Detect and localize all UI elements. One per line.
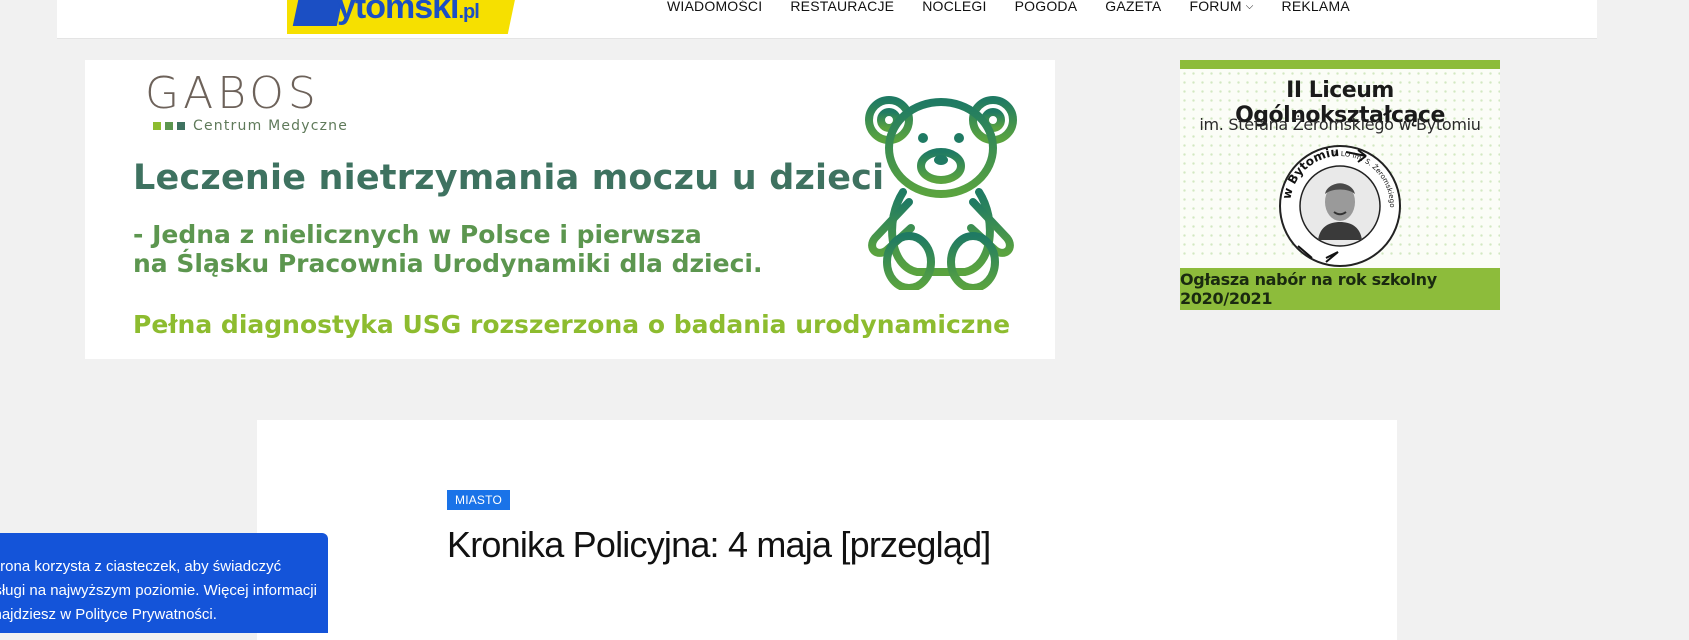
gabos-line3: Pełna diagnostyka USG rozszerzona o bada…: [133, 310, 1011, 339]
school-ad-banner[interactable]: II Liceum Ogólnokształcące im. Stefana Ż…: [1180, 60, 1500, 310]
logo-text: ytomski.pl: [337, 0, 480, 27]
article-title[interactable]: Kronika Policyjna: 4 maja [przegląd]: [447, 524, 991, 566]
nav-restauracje[interactable]: RESTAURACJE: [790, 0, 894, 14]
teddy-bear-icon: [865, 96, 1017, 290]
gabos-line2b: na Śląsku Pracownia Urodynamiki dla dzie…: [133, 249, 763, 278]
category-badge[interactable]: MIASTO: [447, 490, 510, 510]
school-ad-footer: Ogłasza nabór na rok szkolny 2020/2021: [1180, 268, 1500, 310]
gabos-ad-banner[interactable]: GABOS Centrum Medyczne Leczenie nietrzym…: [85, 60, 1055, 359]
logo-tld: .pl: [458, 1, 480, 23]
main-nav: WIADOMOŚCI RESTAURACJE NOCLEGI POGODA GA…: [667, 0, 1350, 14]
nav-reklama[interactable]: REKLAMA: [1282, 0, 1350, 14]
gabos-square-icon: [153, 122, 161, 130]
nav-noclegi[interactable]: NOCLEGI: [922, 0, 986, 14]
site-header: ytomski.pl WIADOMOŚCI RESTAURACJE NOCLEG…: [57, 0, 1597, 38]
gabos-brand-sub: Centrum Medyczne: [193, 118, 349, 134]
gabos-logo: GABOS Centrum Medyczne: [145, 68, 348, 135]
nav-wiadomosci[interactable]: WIADOMOŚCI: [667, 0, 762, 14]
gabos-square-icon: [177, 122, 185, 130]
logo-word: ytomski: [337, 0, 459, 26]
nav-gazeta[interactable]: GAZETA: [1105, 0, 1161, 14]
gabos-headline: Leczenie nietrzymania moczu u dzieci: [133, 158, 885, 198]
nav-forum-label: FORUM: [1189, 0, 1242, 14]
article-card: MIASTO Kronika Policyjna: 4 maja [przegl…: [257, 420, 1397, 640]
school-ad-topbar: [1180, 60, 1500, 69]
cookie-notice-text: Strona korzysta z ciasteczek, aby świadc…: [0, 558, 317, 623]
school-seal-icon: w Bytomiu II LO im. S. Żeromskiego: [1279, 142, 1402, 267]
gabos-square-icon: [165, 122, 173, 130]
chevron-down-icon: ⌵: [1245, 0, 1254, 12]
nav-forum[interactable]: FORUM ⌵: [1189, 0, 1253, 14]
gabos-subtitle-row: Centrum Medyczne: [153, 118, 348, 134]
gabos-brand: GABOS: [145, 68, 320, 119]
site-logo[interactable]: ytomski.pl: [287, 0, 517, 34]
school-ad-subtitle: im. Stefana Żeromskiego w Bytomiu: [1199, 115, 1481, 134]
gabos-line2a: - Jedna z nielicznych w Polsce i pierwsz…: [133, 220, 702, 249]
gabos-line2: - Jedna z nielicznych w Polsce i pierwsz…: [133, 220, 762, 278]
cookie-notice: Strona korzysta z ciasteczek, aby świadc…: [0, 533, 328, 633]
nav-pogoda[interactable]: POGODA: [1015, 0, 1078, 14]
